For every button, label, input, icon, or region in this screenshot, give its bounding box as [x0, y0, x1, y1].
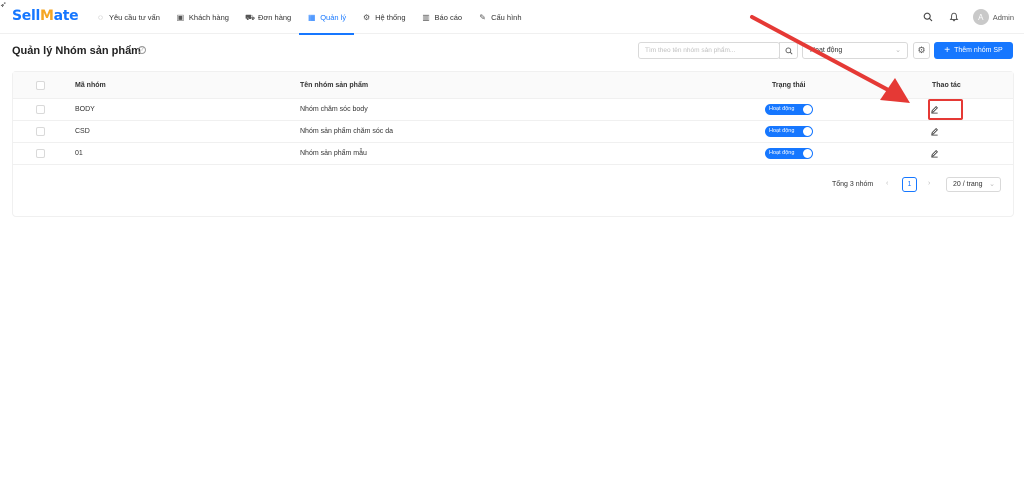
chevron-right-icon[interactable]: › — [928, 180, 930, 187]
nav-label: Hệ thống — [375, 12, 406, 22]
row-code: 01 — [75, 150, 83, 157]
sellmate-logo[interactable]: SellMate — [12, 8, 79, 24]
select-all-checkbox[interactable] — [36, 80, 45, 90]
toggle-knob — [803, 127, 812, 136]
add-product-group-button[interactable]: + Thêm nhóm SP — [934, 42, 1013, 59]
toggle-knob — [803, 149, 812, 158]
pagination-total: Tổng 3 nhóm — [832, 181, 874, 188]
header-code: Mã nhóm — [75, 81, 106, 89]
toggle-label: Hoạt động — [769, 106, 795, 112]
nav-item-customers[interactable]: ▣ Khách hàng — [168, 0, 237, 34]
row-code: BODY — [75, 106, 95, 113]
logo-text-part1: Sell — [12, 8, 40, 24]
plus-icon: + — [944, 44, 951, 56]
status-toggle[interactable]: Hoạt động — [765, 126, 813, 137]
table-header: Mã nhóm Tên nhóm sản phẩm Trạng thái Tha… — [13, 72, 1013, 99]
nav-item-system[interactable]: ⚙ Hệ thống — [354, 0, 413, 34]
toggle-knob — [803, 105, 812, 114]
search-input[interactable]: Tìm theo tên nhóm sản phẩm... — [638, 42, 780, 59]
wrench-icon: ✎ — [479, 12, 486, 22]
status-filter-select[interactable]: Hoạt động ⌄ — [802, 42, 908, 59]
nav-item-management[interactable]: ▦ Quản lý — [299, 0, 354, 35]
chevron-left-icon[interactable]: ‹ — [886, 180, 888, 187]
status-filter-value: Hoạt động — [810, 47, 843, 54]
nav-item-reports[interactable]: ▥ Báo cáo — [414, 0, 471, 34]
logo-text-part3: ate — [53, 8, 79, 24]
status-toggle[interactable]: Hoạt động — [765, 148, 813, 159]
header-action: Thao tác — [932, 81, 961, 89]
chevron-down-icon: ⌄ — [895, 47, 901, 54]
nav-item-configuration[interactable]: ✎ Cấu hình — [470, 0, 529, 34]
nav-label: Báo cáo — [434, 12, 463, 22]
search-icon[interactable] — [921, 10, 935, 24]
cart-icon: ⛟ — [244, 12, 256, 22]
bar-chart-icon: ▥ — [422, 12, 430, 22]
add-button-label: Thêm nhóm SP — [954, 47, 1003, 54]
status-toggle[interactable]: Hoạt động — [765, 104, 813, 115]
top-navbar: SellMate ◌ Yêu cầu tư vấn ▣ Khách hàng ⛟ Đơ… — [0, 0, 1024, 35]
page-title: Quản lý Nhóm sản phẩm — [12, 45, 141, 57]
main-nav: ◌ Yêu cầu tư vấn ▣ Khách hàng ⛟ Đơn hàng ▦ Q… — [88, 0, 530, 35]
header-status: Trạng thái — [772, 81, 806, 89]
logo-text-part2: M — [39, 8, 54, 24]
nav-label: Đơn hàng — [257, 12, 292, 22]
edit-highlight-box — [928, 99, 963, 120]
search-icon — [785, 47, 793, 55]
nav-label: Yêu cầu tư vấn — [109, 12, 160, 22]
nav-label: Quản lý — [320, 12, 347, 22]
row-checkbox[interactable] — [36, 149, 45, 158]
toggle-label: Hoạt động — [769, 150, 795, 156]
grid-icon: ▦ — [307, 12, 316, 22]
gear-icon: ⚙ — [917, 45, 926, 55]
top-right-actions: A Admin — [921, 0, 1014, 34]
product-group-table: Mã nhóm Tên nhóm sản phẩm Trạng thái Tha… — [12, 71, 1014, 217]
row-name: Nhóm sản phẩm mẫu — [300, 150, 367, 157]
gear-icon: ⚙ — [362, 12, 371, 22]
edit-pencil-icon[interactable] — [929, 149, 939, 159]
table-row: 01 Nhóm sản phẩm mẫu Hoạt động — [13, 143, 1013, 165]
user-name[interactable]: Admin — [993, 13, 1014, 22]
row-checkbox[interactable] — [36, 105, 45, 114]
mouse-cursor-icon: ➶ — [0, 0, 7, 9]
search-button[interactable] — [779, 42, 798, 59]
row-code: CSD — [75, 128, 90, 135]
page-size-select[interactable]: 20 / trang ⌄ — [946, 177, 1001, 192]
bell-icon[interactable] — [947, 10, 961, 24]
header-name: Tên nhóm sản phẩm — [300, 81, 369, 89]
pagination: Tổng 3 nhóm ‹ 1 › 20 / trang ⌄ — [13, 177, 1013, 194]
contact-card-icon: ▣ — [176, 12, 185, 22]
nav-label: Cấu hình — [491, 12, 522, 22]
chat-icon: ◌ — [98, 12, 103, 22]
edit-pencil-icon[interactable] — [929, 127, 939, 137]
page-size-value: 20 / trang — [953, 181, 983, 188]
row-checkbox[interactable] — [36, 127, 45, 136]
nav-label: Khách hàng — [188, 12, 229, 22]
nav-item-orders[interactable]: ⛟ Đơn hàng — [237, 0, 299, 34]
page-button-current[interactable]: 1 — [902, 177, 917, 192]
toggle-label: Hoạt động — [769, 128, 795, 134]
row-name: Nhóm chăm sóc body — [300, 106, 368, 113]
chevron-down-icon: ⌄ — [989, 181, 995, 188]
question-icon[interactable]: ? — [138, 46, 146, 54]
avatar[interactable]: A — [972, 9, 989, 25]
column-settings-button[interactable]: ⚙ — [913, 42, 930, 59]
nav-item-consult-requests[interactable]: ◌ Yêu cầu tư vấn — [88, 0, 168, 34]
table-row: CSD Nhóm sản phẩm chăm sóc da Hoạt động — [13, 121, 1013, 143]
table-row: BODY Nhóm chăm sóc body Hoạt động — [13, 99, 1013, 121]
row-name: Nhóm sản phẩm chăm sóc da — [300, 128, 393, 135]
